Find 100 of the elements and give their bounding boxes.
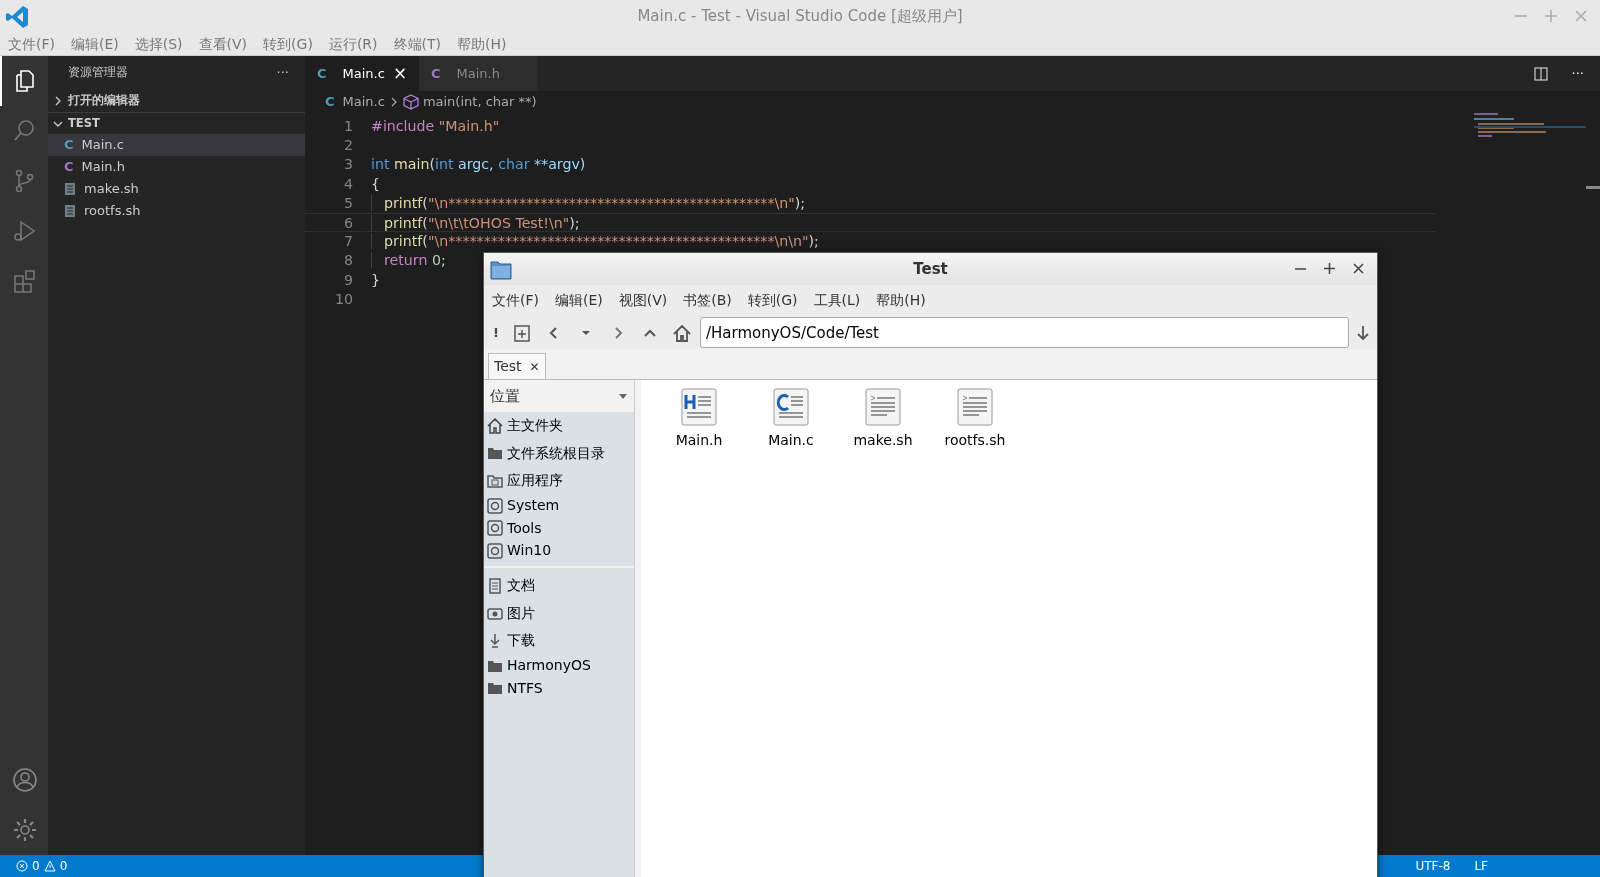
menu-item[interactable]: 编辑(E) (71, 33, 119, 55)
menu-item[interactable]: 文件(F) (8, 33, 55, 55)
section-header[interactable]: 打开的编辑器 (48, 90, 305, 112)
scrollbar-thumb[interactable] (1586, 186, 1600, 189)
more-actions-button[interactable]: ··· (276, 63, 289, 83)
line-number: 1 (342, 117, 353, 136)
menu-item[interactable]: 查看(V) (198, 33, 248, 55)
close-tab-button[interactable]: × (392, 60, 408, 87)
split-editor-icon[interactable] (1533, 66, 1548, 81)
settings-icon[interactable] (12, 817, 38, 843)
close-tab-button[interactable]: ✕ (529, 357, 540, 376)
menu-item[interactable]: 帮助(H) (876, 290, 926, 311)
file-name: Main.h (81, 158, 125, 177)
menu-item[interactable]: 运行(R) (328, 33, 378, 55)
run-debug-icon[interactable] (12, 218, 38, 244)
maximize-icon[interactable] (1323, 262, 1336, 275)
sidebar-title: 资源管理器 (67, 64, 128, 82)
file-type-icon: C (64, 157, 74, 177)
file-item[interactable]: rootfs.sh (929, 388, 1021, 451)
code-line: #include "Main.h" (371, 118, 500, 134)
new-tab-icon[interactable] (512, 322, 532, 343)
code-line: printf("\n**********************************************\n\n"); (384, 233, 819, 250)
home-icon[interactable] (672, 322, 692, 343)
extensions-icon[interactable] (12, 268, 38, 294)
section-label: 打开的编辑器 (68, 92, 140, 110)
code-line: printf("\n**********************************************\n"); (384, 194, 806, 211)
line-number: 5 (342, 193, 353, 213)
code-line: printf("\n\t\tOHOS Test!\n"); (384, 214, 580, 231)
drive-icon (487, 542, 503, 559)
menu-item[interactable]: 终端(T) (393, 33, 441, 55)
file-tree-item[interactable]: rootfs.sh (48, 200, 305, 222)
place-item[interactable]: 主文件夹 (484, 412, 634, 440)
menu-item[interactable]: 转到(G) (747, 290, 798, 311)
application-folder-icon (487, 472, 503, 489)
breadcrumb-item[interactable]: main(int, char **) (422, 92, 537, 112)
place-item[interactable]: Tools (484, 517, 634, 540)
error-icon (16, 860, 28, 872)
error-count[interactable]: 0 (32, 857, 40, 875)
home-icon (487, 417, 503, 434)
place-item[interactable]: 文档 (484, 572, 634, 600)
menu-item[interactable]: 工具(L) (813, 290, 861, 311)
line-number: 2 (342, 136, 353, 156)
drive-icon (487, 520, 503, 537)
line-number: 3 (342, 155, 353, 175)
menu-item[interactable]: 编辑(E) (555, 290, 603, 311)
script-file-icon (957, 388, 993, 426)
editor-tab[interactable]: C Main.c × (305, 56, 419, 91)
menu-item[interactable]: 文件(F) (492, 290, 539, 311)
account-icon[interactable] (12, 767, 38, 793)
breadcrumb-item[interactable]: Main.c (342, 92, 385, 112)
places-dropdown[interactable]: 位置 (484, 380, 634, 412)
cube-icon (402, 94, 419, 110)
editor-tab[interactable]: C Main.h (419, 56, 537, 91)
status-item[interactable]: LF (1474, 857, 1488, 875)
window-title: Main.c - Test - Visual Studio Code [超级用户] (637, 6, 963, 28)
place-item[interactable]: Win10 (484, 539, 634, 562)
line-number: 10 (333, 289, 353, 309)
download-icon (487, 632, 503, 649)
place-item[interactable]: 下载 (484, 627, 634, 655)
file-item[interactable]: make.sh (837, 388, 929, 451)
warning-icon (43, 860, 56, 872)
place-item[interactable]: NTFS (484, 677, 634, 700)
document-icon (64, 182, 76, 196)
tab[interactable]: Test ✕ (488, 353, 546, 379)
warning-count[interactable]: 0 (59, 857, 68, 875)
file-tree-item[interactable]: C Main.h (48, 156, 305, 178)
code-line: { (371, 175, 381, 192)
file-item[interactable]: Main.h (653, 388, 745, 451)
place-item[interactable]: 图片 (484, 599, 634, 627)
line-number: 4 (342, 174, 353, 194)
more-actions-button[interactable]: ··· (1571, 63, 1584, 84)
source-file-icon (681, 388, 717, 426)
path-field[interactable]: /HarmonyOS/Code/Test (700, 317, 1349, 348)
drive-icon (487, 497, 503, 514)
line-number: 8 (342, 251, 353, 271)
close-icon[interactable] (1352, 262, 1365, 275)
menu-item[interactable]: 书签(B) (683, 290, 732, 311)
file-name: rootfs.sh (84, 202, 141, 221)
place-item[interactable]: 应用程序 (484, 467, 634, 495)
folder-icon (490, 258, 512, 280)
script-file-icon (865, 388, 901, 426)
menu-item[interactable]: 转到(G) (263, 33, 313, 55)
toolbar-button[interactable]: ! (488, 318, 504, 347)
source-file-icon (773, 388, 809, 426)
file-name: Main.c (81, 136, 124, 155)
menu-item[interactable]: 视图(V) (618, 290, 668, 311)
place-item[interactable]: 文件系统根目录 (484, 439, 634, 467)
file-item[interactable]: Main.c (745, 388, 837, 451)
status-item[interactable]: UTF-8 (1415, 857, 1451, 875)
file-name: make.sh (84, 180, 139, 199)
dropdown-icon (618, 392, 628, 400)
folder-icon (487, 445, 503, 462)
file-tree-item[interactable]: C Main.c (48, 134, 305, 156)
menu-item[interactable]: 选择(S) (134, 33, 183, 55)
place-item[interactable]: HarmonyOS (484, 654, 634, 677)
document-icon (64, 204, 76, 218)
menu-item[interactable]: 帮助(H) (457, 33, 507, 55)
document-icon (487, 577, 503, 594)
place-item[interactable]: System (484, 494, 634, 517)
file-tree-item[interactable]: make.sh (48, 178, 305, 200)
